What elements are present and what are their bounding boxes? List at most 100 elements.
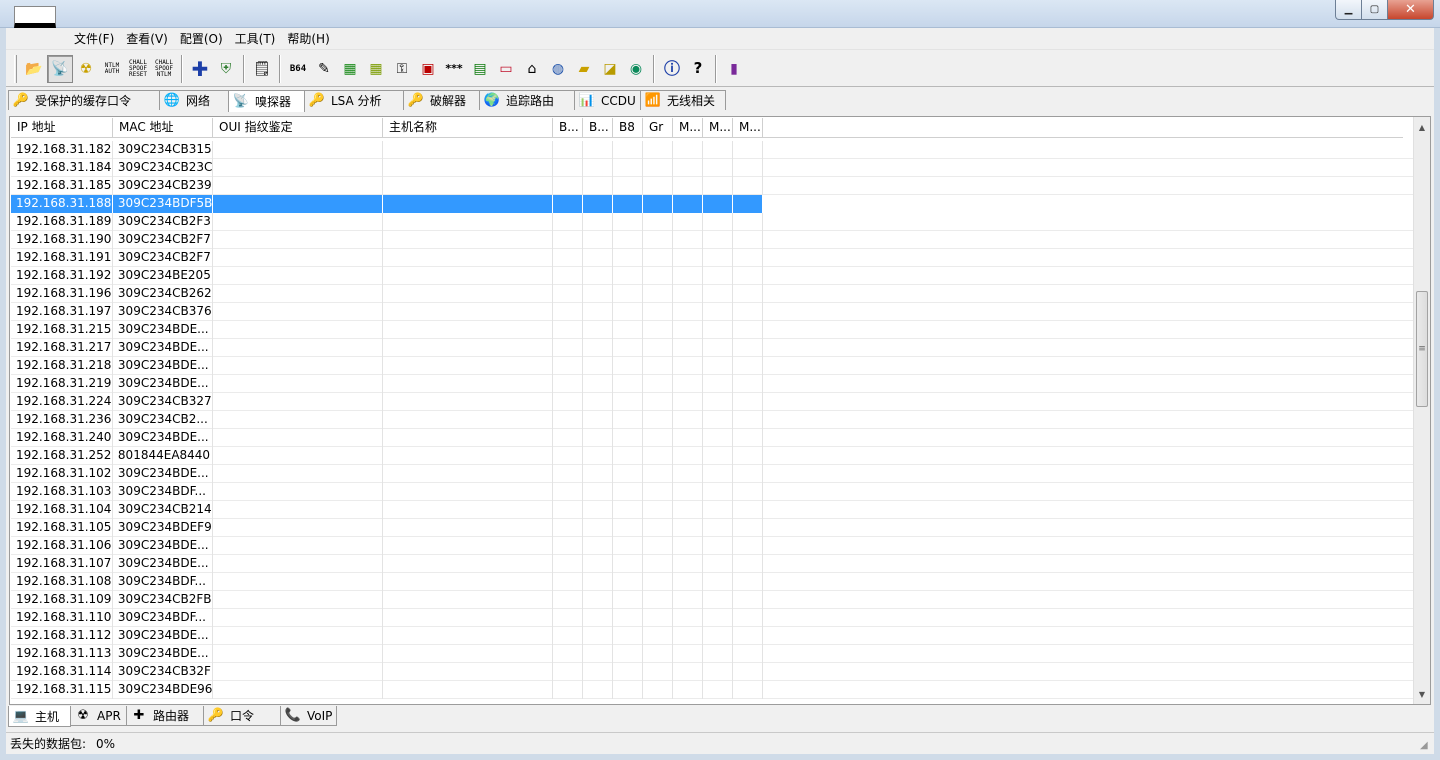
table-row[interactable]: 192.168.31.105 309C234BDEF9 xyxy=(11,519,1413,537)
screen-icon[interactable]: ▤ xyxy=(467,55,493,83)
keyfile-icon[interactable]: ◪ xyxy=(597,55,623,83)
table-row[interactable]: 192.168.31.115 309C234BDE96 xyxy=(11,681,1413,699)
table-row[interactable]: 192.168.31.185 309C234CB239 xyxy=(11,177,1413,195)
table-row[interactable]: 192.168.31.192 309C234BE205 xyxy=(11,267,1413,285)
table-row[interactable]: 192.168.31.236 309C234CB2... xyxy=(11,411,1413,429)
wallet-icon[interactable]: ▰ xyxy=(571,55,597,83)
table-row[interactable]: 192.168.31.110 309C234BDF... xyxy=(11,609,1413,627)
toolbar-grip[interactable] xyxy=(14,54,17,83)
table-row[interactable]: 192.168.31.102 309C234BDE... xyxy=(11,465,1413,483)
tv-icon[interactable]: ▭ xyxy=(493,55,519,83)
table-row[interactable]: 192.168.31.189 309C234CB2F3 xyxy=(11,213,1413,231)
shield-icon[interactable]: ⛨ xyxy=(213,55,239,83)
table-row[interactable]: 192.168.31.106 309C234BDE... xyxy=(11,537,1413,555)
open-folder-icon[interactable]: 📂 xyxy=(21,55,47,83)
menu-config[interactable]: 配置(O) xyxy=(174,29,229,49)
column-header[interactable]: Gr xyxy=(643,118,673,138)
column-header[interactable]: B... xyxy=(553,118,583,138)
table-row[interactable]: 192.168.31.197 309C234CB376 xyxy=(11,303,1413,321)
sniffer-start-icon[interactable]: 📡 xyxy=(47,54,73,83)
key-icon[interactable]: ⚿ xyxy=(389,55,415,83)
chall-spoof-ntlm-icon[interactable]: CHALL SPOOF NTLM xyxy=(151,55,177,83)
table-row[interactable]: 192.168.31.114 309C234CB32F xyxy=(11,663,1413,681)
monitor-yellow-icon[interactable]: ▦ xyxy=(363,55,389,83)
globe-icon[interactable]: ◍ xyxy=(545,55,571,83)
tab-traceroute[interactable]: 🌍 追踪路由 xyxy=(479,90,575,110)
certificate-icon[interactable]: 🗒 xyxy=(249,55,275,83)
house-icon[interactable]: ⌂ xyxy=(519,55,545,83)
table-row[interactable]: 192.168.31.184 309C234CB23C xyxy=(11,159,1413,177)
maximize-button[interactable]: ▢ xyxy=(1362,0,1388,20)
table-row[interactable]: 192.168.31.108 309C234BDF... xyxy=(11,573,1413,591)
dc-icon[interactable]: ▣ xyxy=(415,55,441,83)
menu-tools[interactable]: 工具(T) xyxy=(229,29,282,49)
tab-protected-cache[interactable]: 🔑 受保护的缓存口令 xyxy=(8,90,160,110)
help-icon[interactable]: ? xyxy=(685,55,711,83)
table-row[interactable]: 192.168.31.196 309C234CB262 xyxy=(11,285,1413,303)
flag-cell xyxy=(613,141,643,159)
table-row[interactable]: 192.168.31.190 309C234CB2F7 xyxy=(11,231,1413,249)
table-row[interactable]: 192.168.31.107 309C234BDE... xyxy=(11,555,1413,573)
add-plus-icon[interactable]: ✚ xyxy=(187,55,213,83)
wireless-icon[interactable]: ◉ xyxy=(623,55,649,83)
table-row[interactable]: 192.168.31.109 309C234CB2FB xyxy=(11,591,1413,609)
monitor-green-icon[interactable]: ▦ xyxy=(337,55,363,83)
tab-ccdu[interactable]: 📊 CCDU xyxy=(574,90,641,110)
tab-wireless[interactable]: 📶 无线相关 xyxy=(640,90,726,110)
minimize-button[interactable]: ▁ xyxy=(1335,0,1362,20)
btab-voip[interactable]: 📞 VoIP xyxy=(280,706,337,726)
column-header[interactable]: B... xyxy=(583,118,613,138)
pencil-icon[interactable]: ✎ xyxy=(311,55,337,83)
info-icon[interactable]: ⓘ xyxy=(659,55,685,83)
table-row[interactable]: 192.168.31.113 309C234BDE... xyxy=(11,645,1413,663)
table-row[interactable]: 192.168.31.104 309C234CB214 xyxy=(11,501,1413,519)
vertical-scrollbar[interactable]: ▲ ≡ ▼ xyxy=(1413,117,1430,704)
mac-address-cell: 309C234BDE... xyxy=(113,429,213,447)
btab-apr[interactable]: ☢ APR xyxy=(70,706,127,726)
btab-hosts[interactable]: 💻 主机 xyxy=(8,706,71,727)
scroll-up-icon[interactable]: ▲ xyxy=(1414,119,1430,135)
column-header[interactable]: 主机名称 xyxy=(383,118,553,138)
mac-address-cell: 801844EA8440 xyxy=(113,447,213,465)
column-header[interactable]: M... xyxy=(703,118,733,138)
btab-passwords[interactable]: 🔑 口令 xyxy=(203,706,281,726)
password-stars-icon[interactable]: *** xyxy=(441,55,467,83)
column-header[interactable]: IP 地址 xyxy=(11,118,113,138)
scroll-down-icon[interactable]: ▼ xyxy=(1414,686,1430,702)
tab-sniffer[interactable]: 📡 嗅探器 xyxy=(228,90,305,112)
table-row[interactable]: 192.168.31.191 309C234CB2F7 xyxy=(11,249,1413,267)
base64-icon[interactable]: B64 xyxy=(285,55,311,83)
table-row[interactable]: 192.168.31.215 309C234BDE... xyxy=(11,321,1413,339)
resize-grip-icon[interactable]: ◢ xyxy=(1420,740,1432,752)
apr-radiation-icon[interactable]: ☢ xyxy=(73,55,99,83)
base64-label: B64 xyxy=(289,63,307,74)
tab-network[interactable]: 🌐 网络 xyxy=(159,90,229,110)
menu-help[interactable]: 帮助(H) xyxy=(281,29,335,49)
exit-icon[interactable]: ▮ xyxy=(721,55,747,83)
close-button[interactable]: ✕ xyxy=(1388,0,1434,20)
table-row[interactable]: 192.168.31.112 309C234BDE... xyxy=(11,627,1413,645)
menu-view[interactable]: 查看(V) xyxy=(120,29,174,49)
tab-lsa[interactable]: 🔑 LSA 分析 xyxy=(304,90,404,110)
column-header[interactable]: M... xyxy=(673,118,703,138)
table-row[interactable]: 192.168.31.224 309C234CB327 xyxy=(11,393,1413,411)
table-row[interactable]: 192.168.31.240 309C234BDE... xyxy=(11,429,1413,447)
flag-cell xyxy=(733,339,763,357)
table-row[interactable]: 192.168.31.218 309C234BDE... xyxy=(11,357,1413,375)
table-row[interactable]: 192.168.31.188 309C234BDF5B xyxy=(11,195,1413,213)
table-row[interactable]: 192.168.31.252 801844EA8440 xyxy=(11,447,1413,465)
table-row[interactable]: 192.168.31.103 309C234BDF... xyxy=(11,483,1413,501)
tab-cracker[interactable]: 🔑 破解器 xyxy=(403,90,480,110)
column-header[interactable]: MAC 地址 xyxy=(113,118,213,138)
table-row[interactable]: 192.168.31.182 309C234CB315 xyxy=(11,141,1413,159)
column-header[interactable]: OUI 指纹鉴定 xyxy=(213,118,383,138)
chall-spoof-reset-icon[interactable]: CHALL SPOOF RESET xyxy=(125,55,151,83)
menu-file[interactable]: 文件(F) xyxy=(68,29,120,49)
btab-routers[interactable]: ✚ 路由器 xyxy=(126,706,204,726)
column-header[interactable]: M... xyxy=(733,118,763,138)
column-header[interactable]: B8 xyxy=(613,118,643,138)
scroll-thumb[interactable]: ≡ xyxy=(1416,291,1428,407)
ntlm-auth-icon[interactable]: NTLM AUTH xyxy=(99,55,125,83)
table-row[interactable]: 192.168.31.217 309C234BDE... xyxy=(11,339,1413,357)
table-row[interactable]: 192.168.31.219 309C234BDE... xyxy=(11,375,1413,393)
